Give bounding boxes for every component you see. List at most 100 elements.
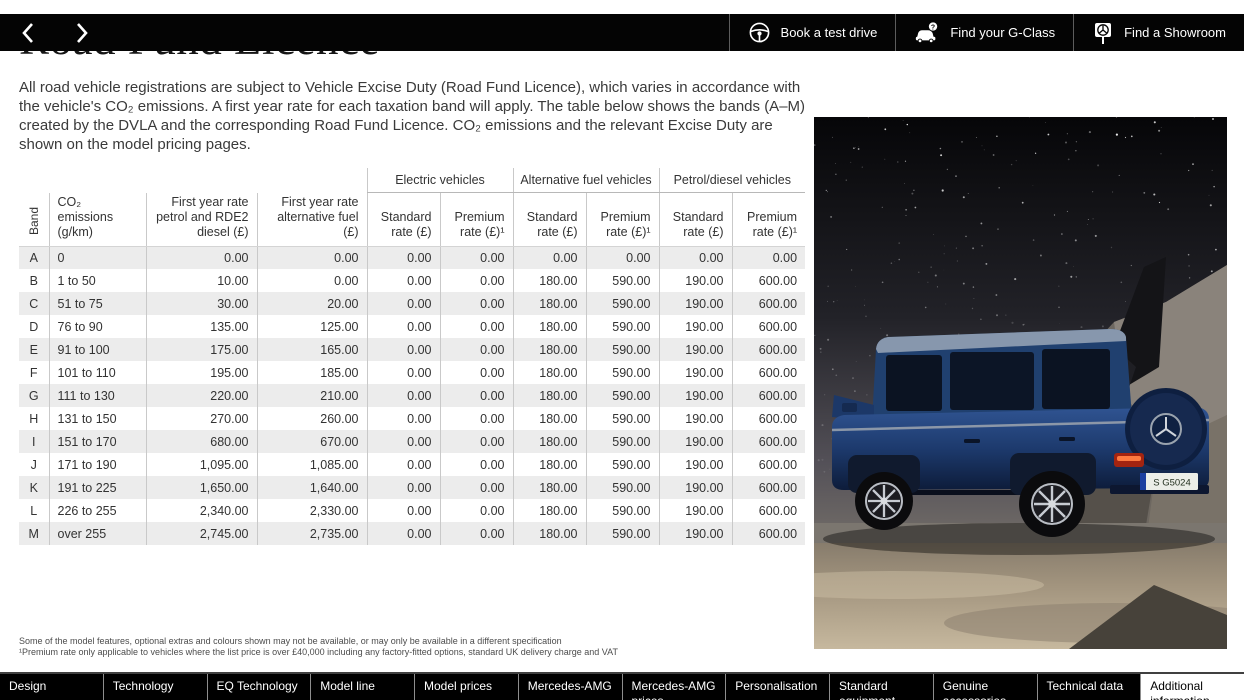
band-cell: C bbox=[29, 296, 39, 311]
rate-value-cell: 0.00 bbox=[439, 315, 513, 338]
rate-value-cell: 2,745.00 bbox=[145, 522, 257, 545]
band-cell: J bbox=[30, 457, 37, 472]
find-showroom-button[interactable]: Find a Showroom bbox=[1073, 14, 1244, 51]
rate-value-cell: 0.00 bbox=[439, 269, 513, 292]
rate-value-cell: 0.00 bbox=[256, 246, 367, 269]
rate-value-cell: 20.00 bbox=[256, 292, 367, 315]
rate-value-cell: 180.00 bbox=[512, 384, 586, 407]
chevron-right-icon bbox=[77, 22, 88, 43]
rate-value-cell: 0.00 bbox=[366, 430, 440, 453]
tab-additional-information[interactable]: Additional information bbox=[1141, 674, 1244, 700]
rate-value-cell: 2,735.00 bbox=[256, 522, 367, 545]
tab-technology[interactable]: Technology bbox=[103, 674, 208, 700]
tab-model-line[interactable]: Model line bbox=[311, 674, 415, 700]
licence-plate-text: S G5024 bbox=[1153, 478, 1191, 489]
rate-value-cell: 590.00 bbox=[585, 361, 660, 384]
rate-value-cell: 0.00 bbox=[366, 292, 440, 315]
rate-value-cell: 180.00 bbox=[512, 522, 586, 545]
tab-eq-technology[interactable]: EQ Technology bbox=[207, 674, 312, 700]
intro-paragraph: All road vehicle registrations are subje… bbox=[19, 79, 806, 153]
petrol-premium-rate-header: Premium rate (£)¹ bbox=[731, 192, 806, 247]
tab-personalisation[interactable]: Personalisation bbox=[726, 674, 830, 700]
rate-value-cell: 0.00 bbox=[512, 246, 586, 269]
rate-value-cell: 0.00 bbox=[366, 453, 440, 476]
column-header-row: Band CO₂ emissions (g/km) First year rat… bbox=[19, 192, 806, 247]
group-header-electric: Electric vehicles bbox=[366, 168, 513, 193]
next-page-button[interactable] bbox=[68, 19, 96, 47]
tab-model-prices[interactable]: Model prices bbox=[415, 674, 519, 700]
band-cell: I bbox=[32, 434, 36, 449]
rate-value-cell: 180.00 bbox=[512, 476, 586, 499]
rate-value-cell: 670.00 bbox=[256, 430, 367, 453]
first-year-alt-column-header: First year rate alternative fuel (£) bbox=[256, 192, 367, 247]
previous-page-button[interactable] bbox=[14, 19, 42, 47]
rate-value-cell: 590.00 bbox=[585, 430, 660, 453]
page-nav-arrows bbox=[0, 14, 96, 51]
footnote-premium-rate: ¹Premium rate only applicable to vehicle… bbox=[19, 647, 618, 657]
rate-value-cell: 1,640.00 bbox=[256, 476, 367, 499]
band-cell: G bbox=[28, 388, 39, 403]
co2-range-cell: 0 bbox=[48, 246, 146, 269]
rate-value-cell: 590.00 bbox=[585, 476, 660, 499]
tab-mercedes-amg[interactable]: Mercedes-AMG bbox=[518, 674, 623, 700]
rate-value-cell: 590.00 bbox=[585, 499, 660, 522]
band-cell: B bbox=[29, 273, 38, 288]
rate-value-cell: 590.00 bbox=[585, 384, 660, 407]
rate-value-cell: 600.00 bbox=[731, 453, 806, 476]
rate-value-cell: 220.00 bbox=[145, 384, 257, 407]
rate-value-cell: 0.00 bbox=[366, 315, 440, 338]
rate-value-cell: 180.00 bbox=[512, 499, 586, 522]
co2-range-cell: 111 to 130 bbox=[48, 384, 146, 407]
co2-range-cell: 131 to 150 bbox=[48, 407, 146, 430]
rate-value-cell: 0.00 bbox=[439, 476, 513, 499]
group-header-spacer bbox=[19, 168, 367, 193]
tab-mercedes-amg-prices[interactable]: Mercedes-AMG prices bbox=[622, 674, 727, 700]
table-row-band-a: A 0 0.00 0.00 0.00 0.00 0.00 0.00 0.00 0.00 bbox=[19, 246, 806, 269]
co2-range-cell: 151 to 170 bbox=[48, 430, 146, 453]
table-row-band-f: F 101 to 110 195.00 185.00 0.00 0.00 180.00 590… bbox=[19, 361, 806, 384]
table-row-band-d: D 76 to 90 135.00 125.00 0.00 0.00 180.00 590.0… bbox=[19, 315, 806, 338]
co2-range-cell: 191 to 225 bbox=[48, 476, 146, 499]
road-fund-table: Electric vehicles Alternative fuel vehic… bbox=[19, 168, 806, 545]
rate-value-cell: 600.00 bbox=[731, 476, 806, 499]
book-test-drive-button[interactable]: Book a test drive bbox=[728, 14, 896, 51]
rate-value-cell: 30.00 bbox=[145, 292, 257, 315]
rate-value-cell: 180.00 bbox=[512, 338, 586, 361]
co2-range-cell: over 255 bbox=[48, 522, 146, 545]
table-row-band-i: I 151 to 170 680.00 670.00 0.00 0.00 180.00 590… bbox=[19, 430, 806, 453]
rate-value-cell: 600.00 bbox=[731, 522, 806, 545]
co2-range-cell: 101 to 110 bbox=[48, 361, 146, 384]
rate-value-cell: 590.00 bbox=[585, 338, 660, 361]
table-row-band-h: H 131 to 150 270.00 260.00 0.00 0.00 180.00 590… bbox=[19, 407, 806, 430]
first-year-petrol-column-header: First year rate petrol and RDE2 diesel (… bbox=[145, 192, 257, 247]
rate-value-cell: 590.00 bbox=[585, 522, 660, 545]
rate-value-cell: 0.00 bbox=[439, 453, 513, 476]
rate-value-cell: 0.00 bbox=[439, 499, 513, 522]
rate-value-cell: 600.00 bbox=[731, 407, 806, 430]
band-cell: H bbox=[29, 411, 39, 426]
rate-value-cell: 600.00 bbox=[731, 499, 806, 522]
table-row-band-l: L 226 to 255 2,340.00 2,330.00 0.00 0.00 180.0… bbox=[19, 499, 806, 522]
group-header-petrol-diesel: Petrol/diesel vehicles bbox=[658, 168, 806, 193]
co2-range-cell: 226 to 255 bbox=[48, 499, 146, 522]
tab-design[interactable]: Design bbox=[0, 674, 104, 700]
tail-light bbox=[1114, 453, 1144, 467]
find-your-gclass-button[interactable]: ? Find your G-Class bbox=[895, 14, 1074, 51]
tab-genuine-accessories[interactable]: Genuine accessories bbox=[933, 674, 1038, 700]
rate-value-cell: 600.00 bbox=[731, 338, 806, 361]
tab-standard-equipment[interactable]: Standard equipment bbox=[830, 674, 934, 700]
co2-range-cell: 1 to 50 bbox=[48, 269, 146, 292]
rate-value-cell: 0.00 bbox=[439, 361, 513, 384]
rate-value-cell: 190.00 bbox=[658, 430, 733, 453]
rate-value-cell: 190.00 bbox=[658, 499, 733, 522]
rate-value-cell: 0.00 bbox=[366, 338, 440, 361]
rate-value-cell: 180.00 bbox=[512, 453, 586, 476]
rate-value-cell: 135.00 bbox=[145, 315, 257, 338]
showroom-sign-icon bbox=[1095, 22, 1112, 44]
find-showroom-label: Find a Showroom bbox=[1124, 25, 1226, 40]
rate-value-cell: 180.00 bbox=[512, 315, 586, 338]
group-header-row: Electric vehicles Alternative fuel vehic… bbox=[19, 168, 806, 193]
electric-premium-rate-header: Premium rate (£)¹ bbox=[439, 192, 513, 247]
tab-technical-data[interactable]: Technical data bbox=[1037, 674, 1142, 700]
top-navigation-bar: Book a test drive ? Find your G-Class Fi… bbox=[0, 14, 1244, 51]
